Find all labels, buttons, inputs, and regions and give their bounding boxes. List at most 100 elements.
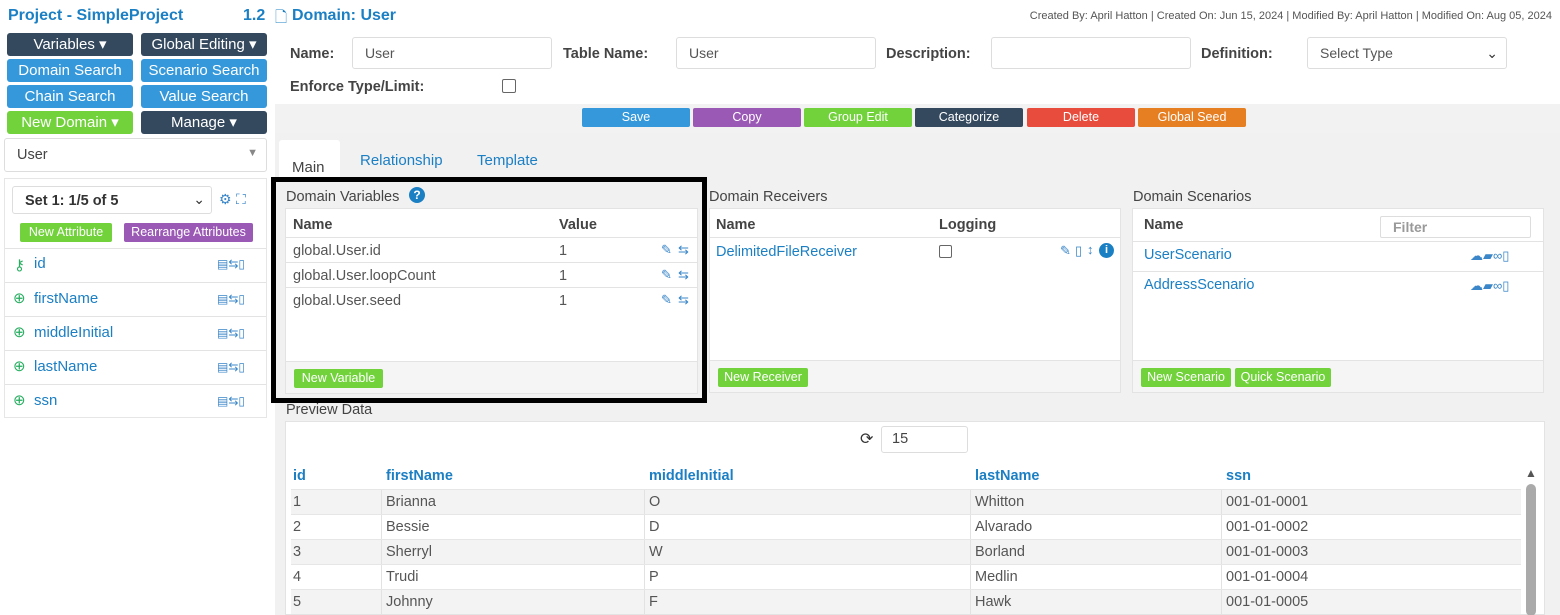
trash-icon[interactable]: ▯ (1075, 243, 1082, 259)
attributes-panel: Set 1: 1/5 of 5 ⌄ ⚙ ⛶ New Attribute Rear… (4, 178, 267, 418)
definition-select[interactable]: Select Type ⌄ (1307, 37, 1507, 69)
value-search-button[interactable]: Value Search (141, 85, 267, 108)
manage-dropdown-button[interactable]: Manage ▾ (141, 111, 267, 134)
domain-select-value: User (17, 147, 48, 163)
list-item[interactable]: ⊕ lastName ▤⇆▯ (5, 350, 266, 384)
variables-dropdown-button[interactable]: Variables ▾ (7, 33, 133, 56)
cell: 3 (293, 544, 302, 560)
cell: F (644, 590, 658, 615)
copy-button[interactable]: Copy (693, 108, 801, 127)
list-item[interactable]: ⚷ id ▤⇆▯ (5, 248, 266, 282)
attribute-name[interactable]: id (34, 255, 46, 272)
receiver-name[interactable]: DelimitedFileReceiver (716, 244, 857, 260)
name-input[interactable]: User (352, 37, 552, 69)
quick-scenario-button[interactable]: Quick Scenario (1235, 368, 1331, 387)
cogs-icon[interactable]: ⚙ (219, 191, 232, 208)
global-seed-button[interactable]: Global Seed (1138, 108, 1246, 127)
group-edit-button[interactable]: Group Edit (804, 108, 912, 127)
rearrange-attributes-button[interactable]: Rearrange Attributes (124, 223, 253, 242)
enforce-checkbox[interactable] (502, 79, 516, 93)
attribute-name[interactable]: ssn (34, 392, 57, 409)
table-row: 5 Johnny F Hawk 001-01-0005 (291, 589, 1521, 615)
table-row: 3 Sherryl W Borland 001-01-0003 (291, 539, 1521, 565)
attribute-actions-icon[interactable]: ▤⇆▯ (217, 360, 245, 374)
new-attribute-button[interactable]: New Attribute (20, 223, 112, 242)
global-editing-dropdown-button[interactable]: Global Editing ▾ (141, 33, 267, 56)
cell: Bessie (381, 515, 430, 540)
col-header[interactable]: firstName (386, 464, 453, 489)
audit-meta: Created By: April Hatton | Created On: J… (1029, 10, 1552, 22)
attribute-actions-icon[interactable]: ▤⇆▯ (217, 292, 245, 306)
scenario-actions-icon[interactable]: ☁▰∞▯ (1470, 278, 1509, 294)
scenario-name[interactable]: AddressScenario (1144, 277, 1254, 293)
scrollbar[interactable]: ▲ (1521, 464, 1543, 615)
refresh-icon[interactable]: ⟳ (860, 429, 873, 449)
tab-template[interactable]: Template (477, 152, 538, 169)
table-name-input[interactable]: User (676, 37, 876, 69)
categorize-button[interactable]: Categorize (915, 108, 1023, 127)
list-item[interactable]: AddressScenario ☁▰∞▯ (1133, 271, 1543, 301)
scrollbar-thumb[interactable] (1526, 484, 1536, 615)
table-row: 2 Bessie D Alvarado 001-01-0002 (291, 514, 1521, 540)
new-domain-dropdown-button[interactable]: New Domain ▾ (7, 111, 133, 134)
cell: 2 (293, 519, 302, 535)
cell: 001-01-0002 (1221, 515, 1308, 540)
delete-button[interactable]: Delete (1027, 108, 1135, 127)
info-icon[interactable]: i (1099, 243, 1114, 258)
table-name-label: Table Name: (563, 46, 649, 62)
col-header[interactable]: ssn (1226, 464, 1251, 489)
set-select[interactable]: Set 1: 1/5 of 5 ⌄ (12, 186, 212, 214)
new-receiver-button[interactable]: New Receiver (718, 368, 808, 387)
scenario-actions-icon[interactable]: ☁▰∞▯ (1470, 248, 1509, 264)
lifebuoy-icon: ⊕ (13, 392, 26, 409)
scenario-name[interactable]: UserScenario (1144, 247, 1232, 263)
lifebuoy-icon: ⊕ (13, 290, 26, 307)
col-header[interactable]: lastName (975, 464, 1039, 489)
scroll-up-icon[interactable]: ▲ (1525, 466, 1537, 480)
name-label: Name: (290, 46, 335, 62)
preview-table: id firstName middleInitial lastName ssn … (291, 464, 1521, 615)
lifebuoy-icon: ⊕ (13, 324, 26, 341)
new-scenario-button[interactable]: New Scenario (1141, 368, 1231, 387)
sitemap-icon[interactable]: ⛶ (236, 191, 246, 208)
domain-select[interactable]: User ▼ (4, 138, 267, 172)
col-header[interactable]: id (293, 464, 306, 489)
list-item[interactable]: ⊕ firstName ▤⇆▯ (5, 282, 266, 316)
caret-down-icon: ▼ (247, 147, 258, 159)
cell: W (644, 540, 663, 565)
description-input[interactable] (991, 37, 1191, 69)
chain-search-button[interactable]: Chain Search (7, 85, 133, 108)
tab-relationship[interactable]: Relationship (360, 152, 443, 169)
col-header[interactable]: middleInitial (649, 464, 734, 489)
logging-checkbox[interactable] (939, 245, 952, 258)
attribute-actions-icon[interactable]: ▤⇆▯ (217, 394, 245, 408)
cell: Sherryl (381, 540, 432, 565)
attribute-name[interactable]: lastName (34, 358, 97, 375)
attribute-actions-icon[interactable]: ▤⇆▯ (217, 326, 245, 340)
pencil-icon[interactable]: ✎ (1060, 243, 1071, 259)
list-item[interactable]: ⊕ middleInitial ▤⇆▯ (5, 316, 266, 350)
cell: 001-01-0005 (1221, 590, 1308, 615)
attribute-name[interactable]: firstName (34, 290, 98, 307)
save-button[interactable]: Save (582, 108, 690, 127)
scenario-search-button[interactable]: Scenario Search (141, 59, 267, 82)
table-row: 1 Brianna O Whitton 001-01-0001 (291, 489, 1521, 515)
tab-main[interactable]: Main (279, 140, 340, 178)
chevron-down-icon: ⌄ (1486, 45, 1498, 61)
attribute-actions-icon[interactable]: ▤⇆▯ (217, 257, 245, 271)
preview-count-input[interactable]: 15 (881, 426, 968, 453)
attribute-name[interactable]: middleInitial (34, 324, 113, 341)
cell: 001-01-0003 (1221, 540, 1308, 565)
cell: P (644, 565, 659, 590)
sort-icon[interactable]: ↕ (1087, 242, 1094, 257)
receivers-panel-title: Domain Receivers (709, 189, 828, 205)
domain-search-button[interactable]: Domain Search (7, 59, 133, 82)
preview-panel: ⟳ 15 id firstName middleInitial lastName… (285, 421, 1545, 615)
list-item[interactable]: ⊕ ssn ▤⇆▯ (5, 384, 266, 418)
project-title[interactable]: Project - SimpleProject (8, 7, 183, 25)
scenario-filter-input[interactable]: Filter (1380, 216, 1531, 238)
cell: 001-01-0004 (1221, 565, 1308, 590)
cell: Brianna (381, 490, 436, 515)
list-item[interactable]: UserScenario ☁▰∞▯ (1133, 241, 1543, 271)
table-header: id firstName middleInitial lastName ssn (291, 464, 1521, 489)
